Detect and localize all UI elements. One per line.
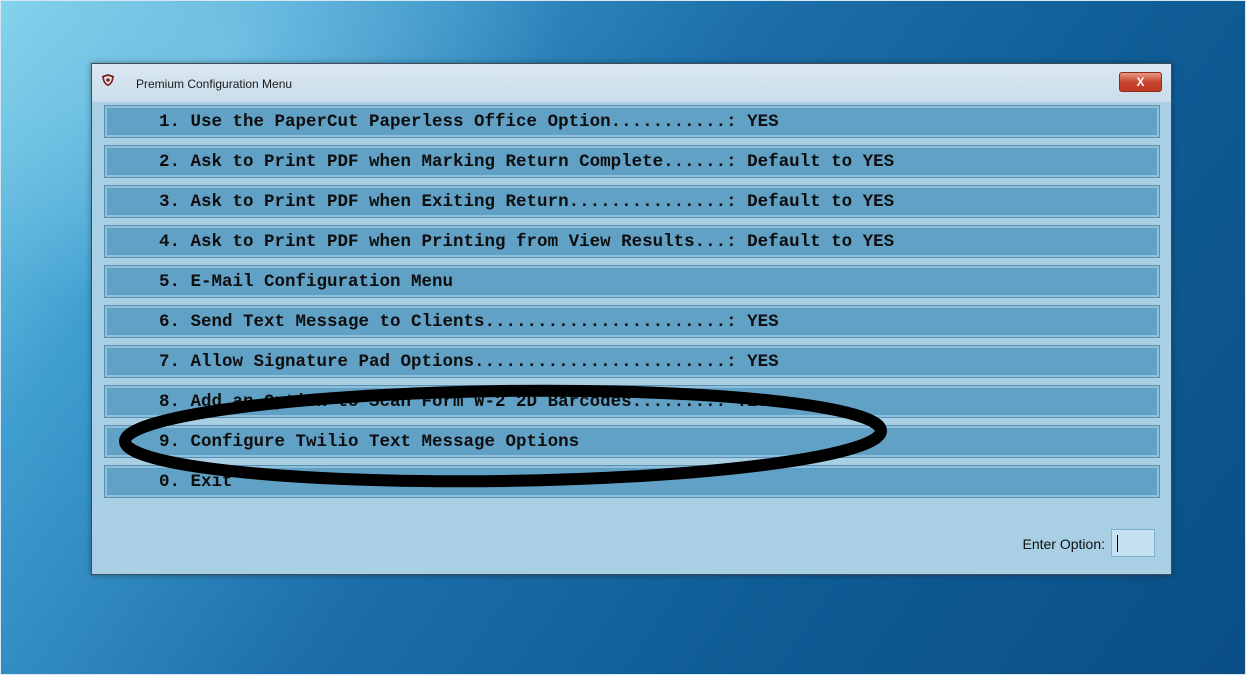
menu-option-label: 1. Use the PaperCut Paperless Office Opt… <box>159 112 779 132</box>
window-title: Premium Configuration Menu <box>136 77 293 91</box>
menu-option-3[interactable]: 3. Ask to Print PDF when Exiting Return.… <box>104 185 1160 218</box>
close-button[interactable]: X <box>1119 72 1162 92</box>
menu-option-7[interactable]: 7. Allow Signature Pad Options..........… <box>104 345 1160 378</box>
menu-option-2[interactable]: 2. Ask to Print PDF when Marking Return … <box>104 145 1160 178</box>
app-shield-icon <box>102 74 114 86</box>
menu-option-0[interactable]: 0. Exit <box>104 465 1160 498</box>
text-caret <box>1117 535 1118 552</box>
menu-option-9[interactable]: 9. Configure Twilio Text Message Options <box>104 425 1160 458</box>
menu-option-1[interactable]: 1. Use the PaperCut Paperless Office Opt… <box>104 105 1160 138</box>
menu-option-label: 8. Add an Option to Scan Form W-2 2D Bar… <box>159 392 769 412</box>
menu-option-label: 4. Ask to Print PDF when Printing from V… <box>159 232 895 252</box>
menu-option-label: 3. Ask to Print PDF when Exiting Return.… <box>159 192 895 212</box>
enter-option-label: Enter Option: <box>1022 536 1106 552</box>
config-window: Premium Configuration Menu X 1. Use the … <box>91 63 1172 575</box>
title-bar[interactable]: Premium Configuration Menu X <box>92 64 1171 102</box>
menu-option-label: 9. Configure Twilio Text Message Options <box>159 432 580 452</box>
menu-option-label: 0. Exit <box>159 472 233 492</box>
menu-option-5[interactable]: 5. E-Mail Configuration Menu <box>104 265 1160 298</box>
menu-option-label: 5. E-Mail Configuration Menu <box>159 272 454 292</box>
menu-option-label: 7. Allow Signature Pad Options..........… <box>159 352 779 372</box>
menu-option-4[interactable]: 4. Ask to Print PDF when Printing from V… <box>104 225 1160 258</box>
menu-option-label: 6. Send Text Message to Clients.........… <box>159 312 779 332</box>
menu-option-label: 2. Ask to Print PDF when Marking Return … <box>159 152 895 172</box>
menu-option-8[interactable]: 8. Add an Option to Scan Form W-2 2D Bar… <box>104 385 1160 418</box>
menu-option-6[interactable]: 6. Send Text Message to Clients.........… <box>104 305 1160 338</box>
option-menu: 1. Use the PaperCut Paperless Office Opt… <box>104 105 1160 505</box>
